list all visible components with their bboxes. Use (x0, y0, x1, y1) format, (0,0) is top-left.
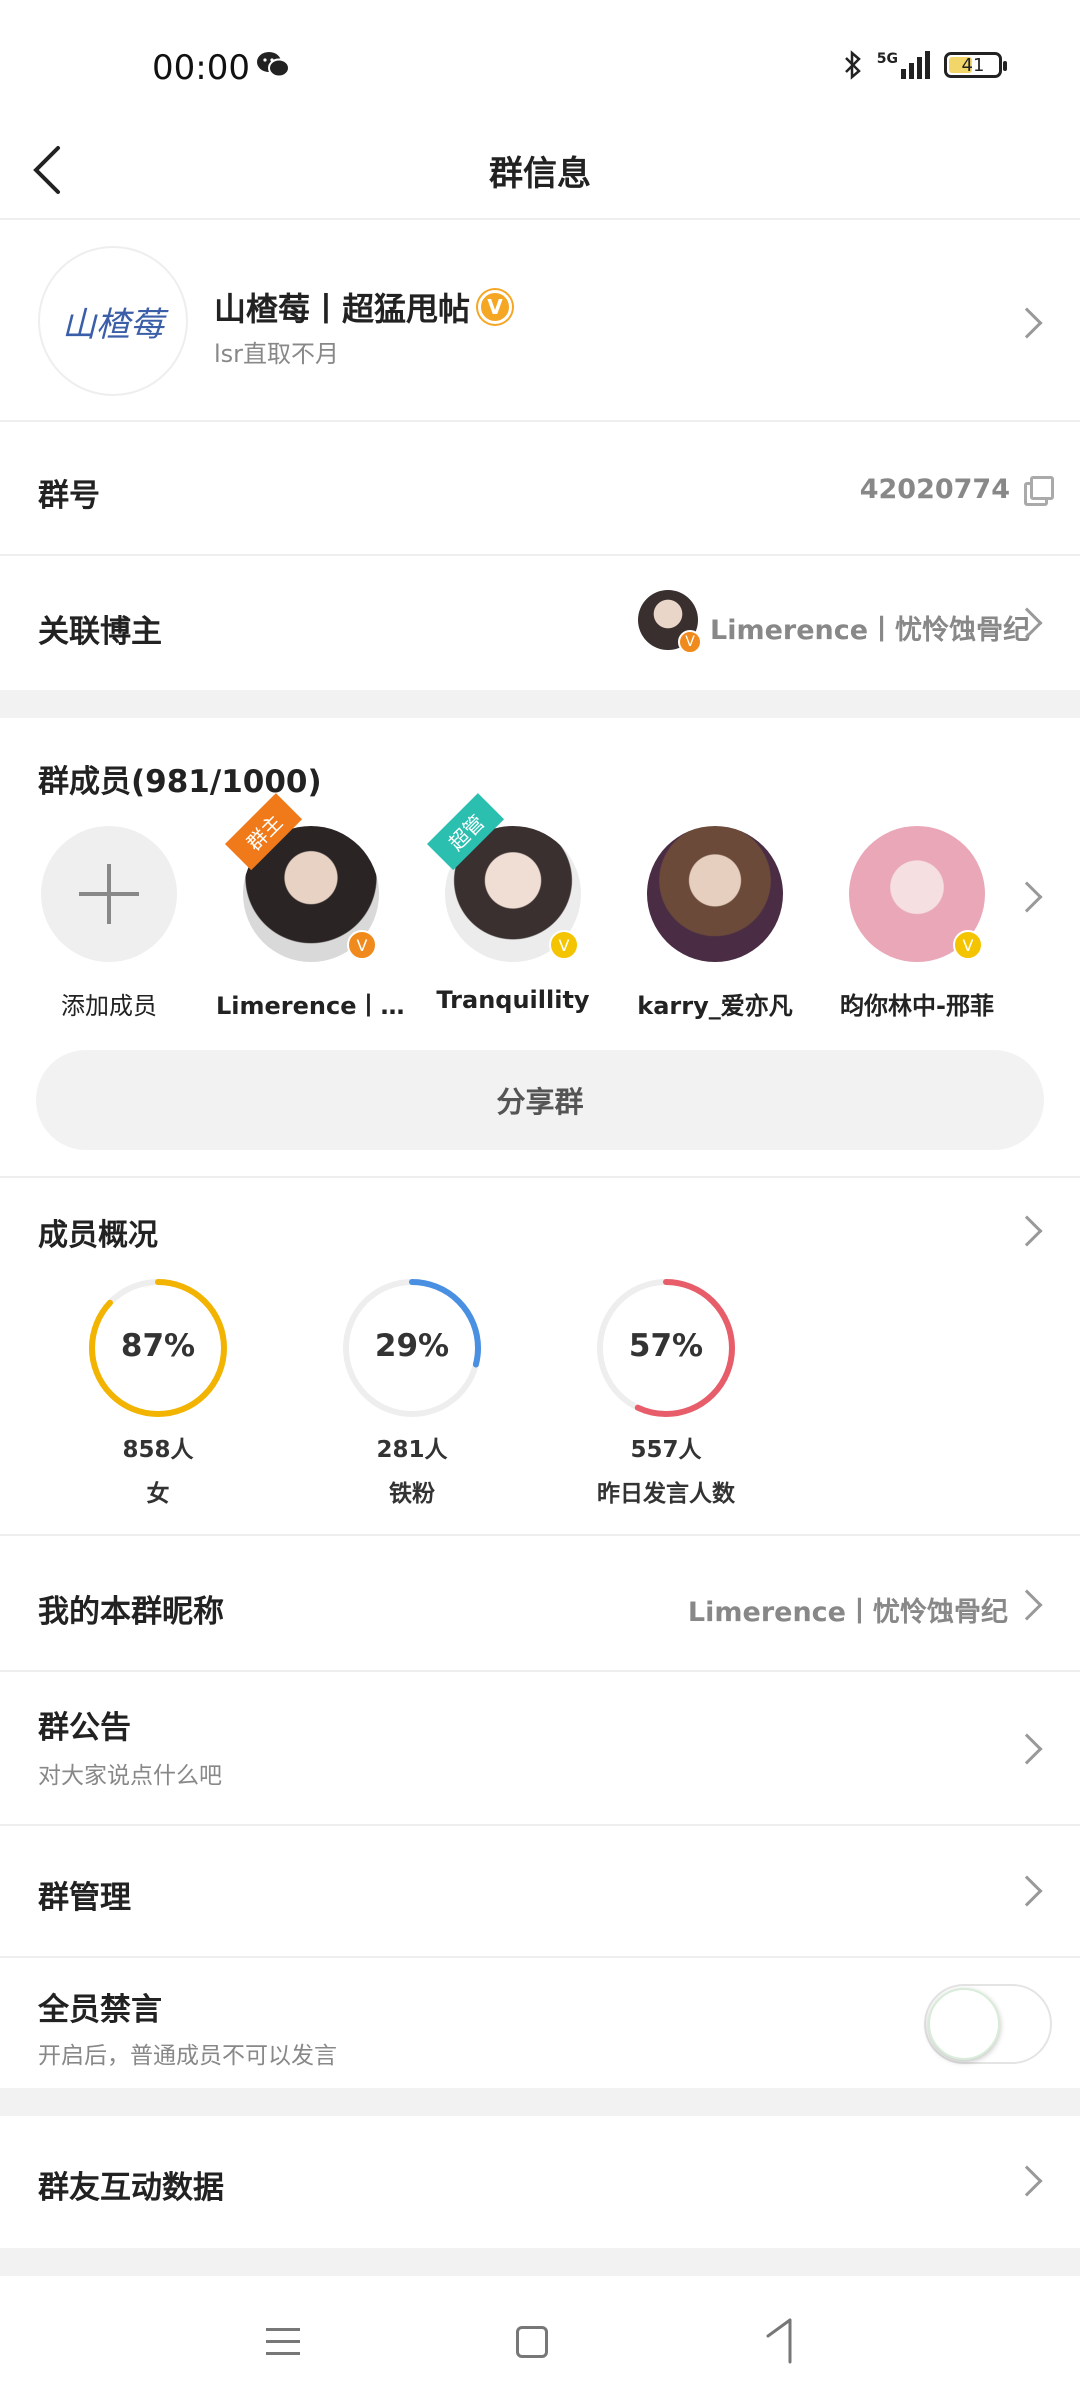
verified-badge-icon: V (678, 630, 702, 654)
member-avatar: 群主 V (225, 793, 379, 962)
menu-icon[interactable] (266, 2328, 300, 2356)
stat-count: 281人 (376, 1437, 448, 1463)
stat-count: 858人 (122, 1437, 194, 1463)
interaction-label: 群友互动数据 (38, 2170, 224, 2206)
member-avatar: 超管 V (427, 793, 581, 962)
status-time: 00:00 (152, 48, 250, 88)
member-item[interactable]: 群主 V Limerence丨忧怜蚀骨纪 (216, 793, 406, 1021)
group-management-row[interactable]: 群管理 (0, 1826, 1080, 1958)
page-title: 群信息 (489, 154, 591, 194)
add-member-button[interactable]: 添加成员 (14, 826, 204, 1021)
chevron-right-icon (1011, 1733, 1043, 1765)
members-heading: 群成员(981/1000) (38, 764, 322, 800)
chevron-right-icon (1011, 1215, 1043, 1247)
stat-iron-fans: 29% 281人 铁粉 (302, 1276, 522, 1508)
share-group-button[interactable]: 分享群 (36, 1050, 1044, 1150)
member-name: karry_爱亦凡 (637, 992, 793, 1020)
bluetooth-icon (844, 50, 861, 80)
wechat-icon (256, 50, 290, 84)
group-name-row: 山楂莓丨超猛甩帖 V (214, 284, 513, 330)
stat-caption: 女 (146, 1481, 170, 1507)
announcement-sub: 对大家说点什么吧 (38, 1763, 222, 1789)
stat-count: 557人 (630, 1437, 702, 1463)
member-avatar: V (849, 826, 985, 962)
copy-icon[interactable] (1024, 476, 1054, 506)
member-overview-section[interactable]: 成员概况 87% 858人 女 29% 281人 铁粉 57% 557人 昨日发… (0, 1180, 1080, 1536)
group-profile-card[interactable]: 山楂莓 山楂莓丨超猛甩帖 V lsr直取不月 (0, 222, 1080, 422)
add-member-label: 添加成员 (61, 992, 157, 1020)
mute-all-toggle[interactable] (924, 1984, 1052, 2064)
member-item[interactable]: 超管 V Tranquillity (418, 793, 608, 1014)
section-divider (0, 2248, 1080, 2276)
section-divider (0, 690, 1080, 718)
verified-badge-icon: V (478, 290, 513, 324)
stat-caption: 铁粉 (389, 1481, 435, 1507)
verified-badge-icon: V (549, 930, 579, 960)
mute-all-sub: 开启后，普通成员不可以发言 (38, 2043, 337, 2069)
blogger-avatar: V (638, 590, 702, 654)
mute-all-label: 全员禁言 (38, 1992, 162, 2028)
signal-icon: 5G (877, 51, 930, 79)
group-subtitle: lsr直取不月 (214, 340, 340, 368)
section-divider (0, 2088, 1080, 2116)
chevron-right-icon (1011, 1875, 1043, 1907)
system-nav-bar (0, 2276, 1080, 2400)
chevron-right-icon (1011, 1589, 1043, 1621)
home-icon[interactable] (516, 2326, 548, 2358)
linked-blogger-name: Limerence丨忧怜蚀骨纪 (710, 615, 1031, 646)
group-number-label: 群号 (38, 478, 100, 514)
battery-icon: 41 (944, 52, 1007, 78)
member-item[interactable]: karry_爱亦凡 (620, 826, 810, 1021)
back-icon[interactable] (760, 2318, 800, 2366)
battery-level: 41 (961, 54, 985, 76)
my-nickname-row[interactable]: 我的本群昵称 Limerence丨忧怜蚀骨纪 (0, 1538, 1080, 1672)
chevron-right-icon (1011, 2165, 1043, 2197)
management-label: 群管理 (38, 1880, 131, 1916)
overview-heading: 成员概况 (38, 1218, 158, 1253)
member-item[interactable]: V 昀你林中-邢菲 (822, 826, 1012, 1021)
stat-female: 87% 858人 女 (48, 1276, 268, 1508)
my-nickname-label: 我的本群昵称 (38, 1594, 224, 1630)
announcement-label: 群公告 (38, 1710, 131, 1746)
member-avatar (647, 826, 783, 962)
linked-blogger-label: 关联博主 (38, 614, 162, 650)
mute-all-row: 全员禁言 开启后，普通成员不可以发言 (0, 1958, 1080, 2088)
stat-percent: 29% (374, 1328, 450, 1364)
stat-percent: 57% (628, 1328, 704, 1364)
stat-percent: 87% (120, 1328, 196, 1364)
chevron-right-icon (1011, 307, 1043, 339)
member-name: Limerence丨忧怜蚀骨纪 (216, 992, 406, 1020)
group-number-value: 42020774 (859, 474, 1010, 505)
my-nickname-value: Limerence丨忧怜蚀骨纪 (687, 1597, 1008, 1628)
member-name: 昀你林中-邢菲 (840, 992, 994, 1020)
chevron-right-icon[interactable] (1011, 881, 1043, 913)
members-section: 群成员(981/1000) 添加成员 群主 V Limerence丨忧怜蚀骨纪 … (0, 718, 1080, 1178)
announcement-row[interactable]: 群公告 对大家说点什么吧 (0, 1672, 1080, 1826)
group-name: 山楂莓丨超猛甩帖 (214, 290, 471, 328)
toggle-knob (928, 1988, 1000, 2060)
owner-tag: 群主 (225, 793, 303, 871)
group-avatar: 山楂莓 (38, 246, 188, 396)
network-label: 5G (876, 51, 898, 67)
linked-blogger-row[interactable]: 关联博主 V Limerence丨忧怜蚀骨纪 (0, 556, 1080, 690)
stat-caption: 昨日发言人数 (597, 1481, 735, 1507)
verified-badge-icon: V (953, 930, 983, 960)
status-icons: 5G 41 (843, 50, 1007, 80)
stat-active-yesterday: 57% 557人 昨日发言人数 (556, 1276, 776, 1508)
group-number-row: 群号 42020774 (0, 424, 1080, 556)
verified-badge-icon: V (347, 930, 377, 960)
admin-tag: 超管 (427, 793, 505, 871)
status-bar: 00:00 5G 41 (0, 0, 1080, 120)
add-avatar (41, 826, 177, 962)
nav-bar: 群信息 (0, 120, 1080, 220)
member-name: Tranquillity (436, 986, 590, 1014)
plus-icon (79, 864, 139, 924)
interaction-data-row[interactable]: 群友互动数据 (0, 2116, 1080, 2248)
